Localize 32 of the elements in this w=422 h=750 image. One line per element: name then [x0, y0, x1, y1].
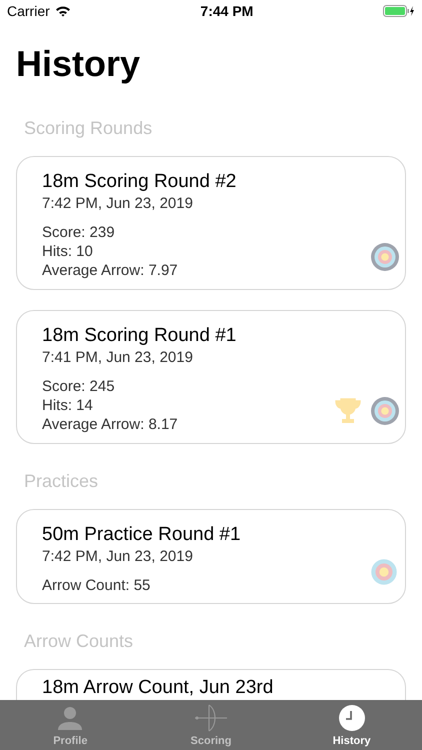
clock-icon — [338, 704, 365, 730]
card-date: 7:42 PM, Jun 23, 2019 — [42, 547, 194, 567]
clock-label: 7:44 PM — [200, 2, 254, 20]
target-icon — [371, 243, 399, 271]
page-title: History — [15, 42, 142, 86]
stat-text: Score: 239 — [42, 223, 115, 242]
history-card[interactable]: 18m Scoring Round #2 7:42 PM, Jun 23, 2019 Score: 239 Hits: 10 Average Arrow: 7.97 — [16, 156, 406, 290]
section-header: Arrow Counts — [23, 630, 134, 653]
battery-icon — [382, 5, 415, 17]
card-title: 18m Scoring Round #2 — [42, 170, 238, 194]
person-icon — [57, 706, 84, 730]
stat-text: Hits: 10 — [42, 242, 93, 261]
card-date: 7:42 PM, Jun 23, 2019 — [42, 194, 194, 214]
trophy-icon — [335, 397, 361, 425]
stat-text: Average Arrow: 7.97 — [42, 261, 178, 280]
bow-icon — [194, 704, 228, 732]
card-date: 7:41 PM, Jun 23, 2019 — [42, 348, 194, 368]
history-card[interactable]: 18m Scoring Round #1 7:41 PM, Jun 23, 2019 Score: 245 Hits: 14 Average Arrow: 8.17 — [16, 310, 406, 444]
stat-text: Hits: 14 — [42, 396, 93, 415]
target-icon — [371, 397, 399, 425]
tab-button[interactable]: History — [281, 700, 422, 750]
card-title: 50m Practice Round #1 — [42, 523, 242, 547]
stat-text: Arrow Count: 55 — [42, 576, 150, 595]
stat-text: Score: 245 — [42, 377, 115, 396]
card-title: 18m Arrow Count, Jun 23rd — [42, 676, 274, 700]
section-header: Scoring Rounds — [23, 117, 154, 140]
history-card[interactable]: 50m Practice Round #1 7:42 PM, Jun 23, 2019 Arrow Count: 55 — [16, 509, 406, 604]
carrier-label: Carrier — [7, 2, 50, 20]
stat-text: Average Arrow: 8.17 — [42, 415, 178, 434]
wifi-icon — [54, 5, 71, 17]
card-title: 18m Scoring Round #1 — [42, 324, 238, 348]
section-header: Practices — [23, 470, 100, 493]
